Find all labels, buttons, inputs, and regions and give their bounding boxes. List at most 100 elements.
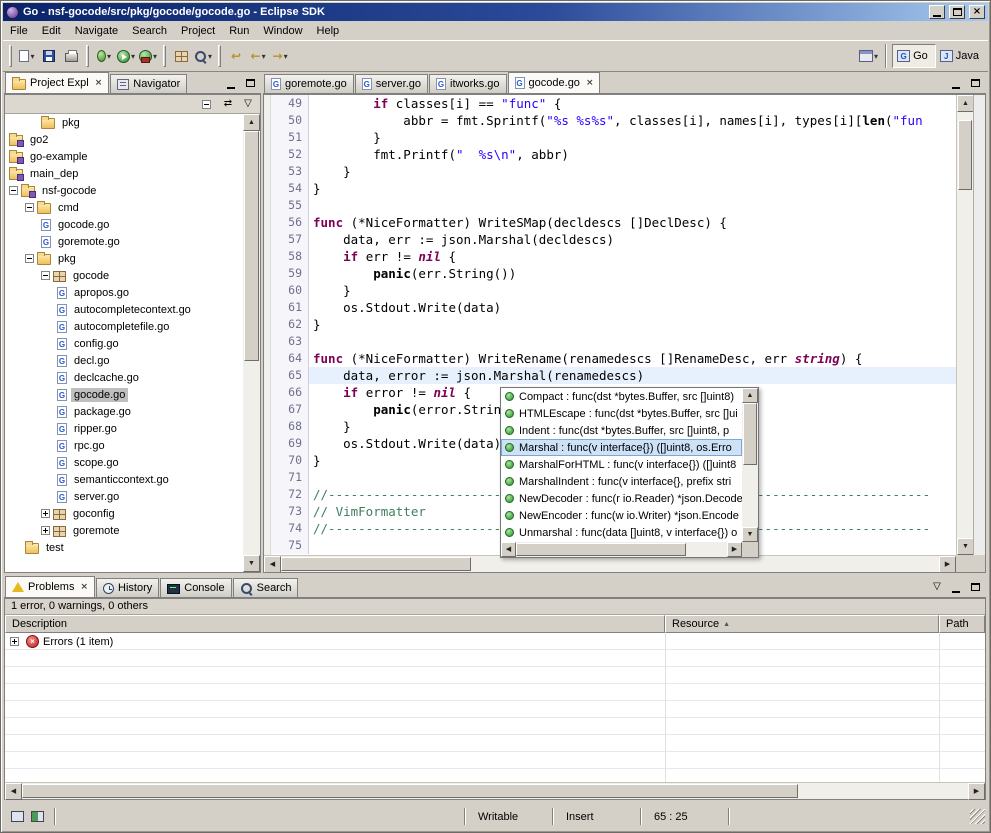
scroll-left-button[interactable]: ◀ [264,556,281,573]
tab-close-icon[interactable]: × [80,583,88,592]
menu-window[interactable]: Window [256,23,309,39]
column-header-resource[interactable]: Resource▲ [665,615,939,633]
code-editor[interactable]: 49 if classes[i] == "func" {50 abbr = fm… [263,94,986,573]
expand-toggle-icon[interactable] [10,637,19,646]
dropdown-arrow-icon[interactable]: ▾ [874,52,878,61]
maximize-view-button[interactable] [241,75,259,91]
view-tab-search[interactable]: Search [233,578,299,597]
tree-item-rpc-go[interactable]: Grpc.go [5,437,243,454]
search-button[interactable]: ▾ [192,44,214,68]
new-package-button[interactable] [170,44,192,68]
completion-item[interactable]: NewEncoder : func(w io.Writer) *json.Enc… [501,507,742,524]
scrollbar-track[interactable] [243,131,260,555]
tree-item-goremote-go[interactable]: Ggoremote.go [5,233,243,250]
collapse-toggle-icon[interactable] [41,271,50,280]
print-button[interactable] [60,44,82,68]
tree-item-goconfig[interactable]: goconfig [5,505,243,522]
scroll-left-button[interactable]: ◀ [5,783,22,800]
scroll-up-button[interactable]: ▲ [742,388,758,403]
tree-item-package-go[interactable]: Gpackage.go [5,403,243,420]
overview-ruler[interactable] [973,95,985,555]
tree-scrollbar[interactable]: ▲ ▼ [243,114,260,572]
scrollbar-thumb[interactable] [958,120,972,190]
annotation-ruler[interactable] [264,95,271,555]
column-header-path[interactable]: Path [939,615,985,633]
debug-button[interactable]: ▾ [93,44,115,68]
resize-grip[interactable] [970,809,985,824]
dropdown-arrow-icon[interactable]: ▾ [107,52,111,61]
tree-item-ripper-go[interactable]: Gripper.go [5,420,243,437]
problems-row-errors-1-item[interactable]: ×Errors (1 item) [5,633,985,650]
dropdown-arrow-icon[interactable]: ▾ [262,52,266,61]
collapse-all-button[interactable] [199,96,217,112]
link-with-editor-button[interactable]: ⇄ [219,96,237,112]
minimize-button[interactable] [929,5,945,19]
menu-run[interactable]: Run [222,23,256,39]
minimize-view-button[interactable] [222,75,240,91]
completion-item[interactable]: Compact : func(dst *bytes.Buffer, src []… [501,388,742,405]
completion-item[interactable]: Unmarshal : func(data []uint8, v interfa… [501,524,742,541]
scrollbar-track[interactable] [516,542,727,557]
collapse-toggle-icon[interactable] [25,203,34,212]
view-tab-console[interactable]: Console [160,578,231,597]
dropdown-arrow-icon[interactable]: ▾ [284,52,288,61]
scroll-right-button[interactable]: ▶ [939,556,956,573]
scroll-left-button[interactable]: ◀ [501,542,516,557]
progress-view-button[interactable] [28,809,46,825]
view-tab-problems[interactable]: Problems× [5,576,95,597]
open-perspective-button[interactable]: ▾ [857,44,880,68]
last-edit-location-button[interactable]: ↩ [225,44,247,68]
scroll-down-button[interactable]: ▼ [243,555,260,572]
toolbar-drag-handle[interactable] [218,45,221,67]
tree-item-gocode-go[interactable]: Ggocode.go [5,216,243,233]
dropdown-arrow-icon[interactable]: ▾ [208,52,212,61]
toolbar-drag-handle[interactable] [9,45,12,67]
minimize-editor-button[interactable] [947,75,965,91]
menu-navigate[interactable]: Navigate [68,23,125,39]
editor-tab-itworks-go[interactable]: Gitworks.go [429,74,507,93]
tree-item-main-dep[interactable]: main_dep [5,165,243,182]
menu-help[interactable]: Help [310,23,347,39]
fast-view-button[interactable] [8,809,26,825]
scroll-right-button[interactable]: ▶ [727,542,742,557]
editor-tab-server-go[interactable]: Gserver.go [355,74,428,93]
menu-project[interactable]: Project [174,23,222,39]
tree-item-go2[interactable]: go2 [5,131,243,148]
tree-item-apropos-go[interactable]: Gapropos.go [5,284,243,301]
tree-item-test[interactable]: test [5,539,243,556]
tree-item-go-example[interactable]: go-example [5,148,243,165]
view-tab-navigator[interactable]: Navigator [110,74,187,93]
expand-toggle-icon[interactable] [41,526,50,535]
menu-search[interactable]: Search [125,23,174,39]
scrollbar-track[interactable] [281,556,939,572]
external-tools-button[interactable]: ▾ [137,44,159,68]
forward-button[interactable]: →▾ [269,44,291,68]
toolbar-drag-handle[interactable] [163,45,166,67]
menu-edit[interactable]: Edit [35,23,68,39]
completion-item[interactable]: MarshalForHTML : func(v interface{}) ([]… [501,456,742,473]
run-button[interactable]: ▾ [115,44,137,68]
tree-item-pkg[interactable]: pkg [5,250,243,267]
completion-item[interactable]: HTMLEscape : func(dst *bytes.Buffer, src… [501,405,742,422]
scroll-up-button[interactable]: ▲ [243,114,260,131]
tree-item-config-go[interactable]: Gconfig.go [5,335,243,352]
column-divider[interactable] [665,633,666,782]
tree-item-autocompletecontext-go[interactable]: Gautocompletecontext.go [5,301,243,318]
tree-item-cmd[interactable]: cmd [5,199,243,216]
scrollbar-track[interactable] [22,783,968,799]
scroll-right-button[interactable]: ▶ [968,783,985,800]
popup-horizontal-scrollbar[interactable]: ◀ ▶ [501,542,742,557]
completion-list[interactable]: Compact : func(dst *bytes.Buffer, src []… [501,388,742,542]
perspective-go[interactable]: GGo [892,44,936,68]
completion-item[interactable]: MarshalIndent : func(v interface{}, pref… [501,473,742,490]
tree-item-scope-go[interactable]: Gscope.go [5,454,243,471]
collapse-toggle-icon[interactable] [25,254,34,263]
scrollbar-thumb[interactable] [244,131,259,361]
view-tab-project-expl[interactable]: Project Expl× [5,72,109,93]
toolbar-drag-handle[interactable] [86,45,89,67]
popup-vertical-scrollbar[interactable]: ▲ ▼ [742,388,758,542]
scrollbar-thumb[interactable] [516,543,686,556]
view-menu-button[interactable]: ▽ [239,96,257,112]
tree-item-server-go[interactable]: Gserver.go [5,488,243,505]
column-divider[interactable] [939,633,940,782]
